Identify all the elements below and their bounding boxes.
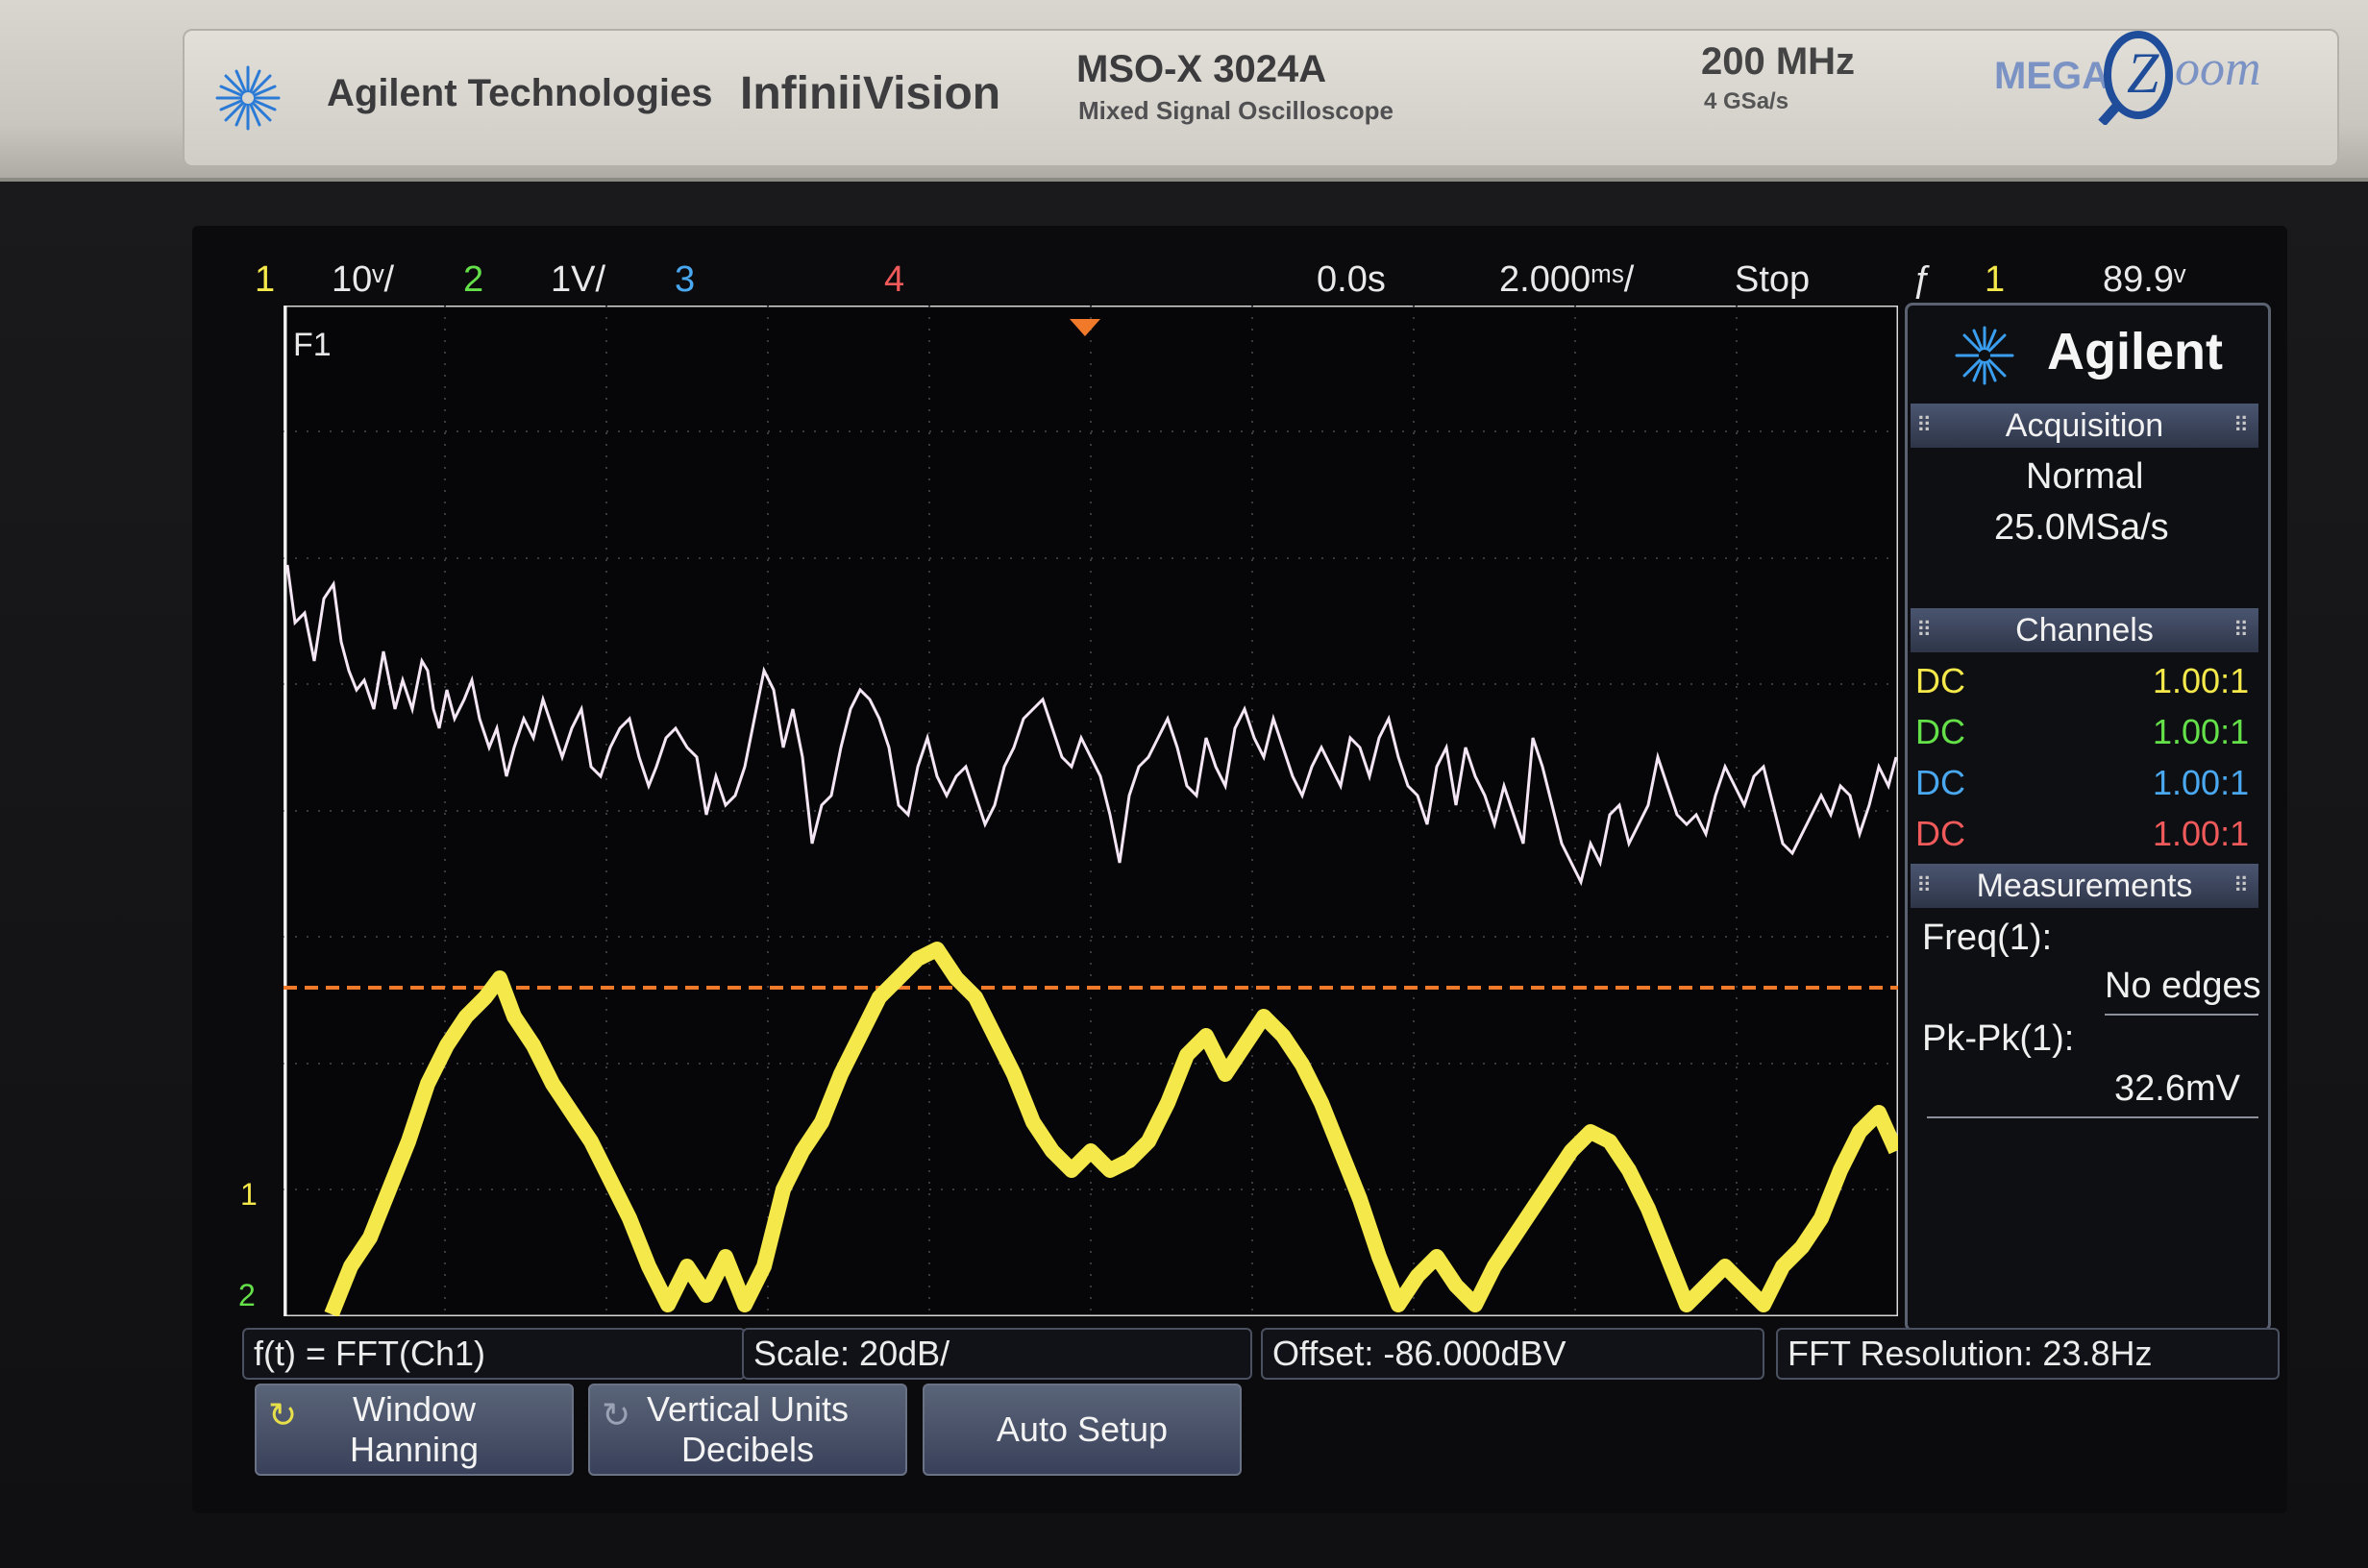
grip-icon: ⠿ <box>1916 873 1933 897</box>
freq-measurement-value: No edges <box>2105 966 2261 1006</box>
model-description: Mixed Signal Oscilloscope <box>1078 96 1394 125</box>
acquisition-mode: Normal <box>2026 456 2144 497</box>
measurements-header[interactable]: ⠿ Measurements ⠿ <box>1911 864 2258 908</box>
vertical-units-label: Vertical Units <box>646 1389 850 1429</box>
channel3-coupling: DC <box>1915 763 1965 802</box>
channel2-probe: 1.00:1 <box>2153 712 2250 751</box>
channel3-number[interactable]: 3 <box>675 259 695 301</box>
grip-icon: ⠿ <box>2232 413 2249 437</box>
trigger-source[interactable]: 1 <box>1985 259 2005 301</box>
channel1-ground-marker[interactable]: 1 <box>240 1177 258 1213</box>
math-offset-info: Offset: -86.000dBV <box>1261 1328 1764 1380</box>
max-sample-rate-label: 4 GSa/s <box>1704 88 1789 114</box>
window-softkey[interactable]: ↻ Window Hanning <box>255 1384 574 1476</box>
grip-icon: ⠿ <box>2232 873 2249 897</box>
channel4-number[interactable]: 4 <box>884 259 904 301</box>
bandwidth-label: 200 MHz <box>1701 40 1856 83</box>
channel1-coupling: DC <box>1915 661 1965 700</box>
series-name: InfiniiVision <box>740 68 1001 119</box>
channel1-scale[interactable]: 10ᵛ/ <box>332 259 394 301</box>
channel1-probe: 1.00:1 <box>2153 661 2250 700</box>
math-function-label: F1 <box>293 327 332 363</box>
channel2-scale[interactable]: 1V/ <box>551 259 605 301</box>
math-function-info: f(t) = FFT(Ch1) <box>242 1328 746 1380</box>
rotate-knob-icon: ↻ <box>268 1395 298 1434</box>
divider <box>1927 1116 2258 1118</box>
window-softkey-value: Hanning <box>349 1430 480 1469</box>
svg-text:oom: oom <box>2175 41 2261 96</box>
fft-resolution-info: FFT Resolution: 23.8Hz <box>1776 1328 2280 1380</box>
divider <box>2105 1014 2258 1016</box>
channel3-probe: 1.00:1 <box>2153 763 2250 802</box>
channel2-number[interactable]: 2 <box>463 259 483 301</box>
window-softkey-label: Window <box>352 1389 477 1429</box>
channels-header[interactable]: ⠿ Channels ⠿ <box>1911 608 2258 652</box>
pkpk-measurement-value: 32.6mV <box>2114 1068 2240 1109</box>
math-scale-info: Scale: 20dB/ <box>742 1328 1252 1380</box>
acquisition-sample-rate: 25.0MSa/s <box>1994 507 2169 548</box>
brand-name: Agilent Technologies <box>327 72 713 114</box>
grip-icon: ⠿ <box>2232 618 2249 642</box>
vertical-units-softkey[interactable]: ↻ Vertical Units Decibels <box>588 1384 907 1476</box>
freq-measurement-label: Freq(1): <box>1922 918 2053 958</box>
rotate-knob-icon: ↻ <box>602 1395 631 1434</box>
channel1-number[interactable]: 1 <box>255 259 275 301</box>
pkpk-measurement-label: Pk-Pk(1): <box>1922 1018 2075 1059</box>
run-state: Stop <box>1735 259 1811 300</box>
model-name: MSO-X 3024A <box>1076 48 1327 90</box>
auto-setup-softkey[interactable]: Auto Setup <box>923 1384 1242 1476</box>
channel2-coupling: DC <box>1915 712 1965 751</box>
trigger-position-marker[interactable] <box>1070 319 1100 336</box>
channel4-coupling: DC <box>1915 814 1965 853</box>
grip-icon: ⠿ <box>1916 413 1933 437</box>
svg-text:Z: Z <box>2127 41 2159 105</box>
channel2-ground-marker[interactable]: 2 <box>238 1278 256 1313</box>
acquisition-header[interactable]: ⠿ Acquisition ⠿ <box>1911 404 2258 448</box>
instrument-header: Agilent Technologies InfiniiVision MSO-X… <box>0 0 2368 182</box>
agilent-spark-icon <box>215 65 281 131</box>
svg-text:MEGA: MEGA <box>1994 55 2109 97</box>
agilent-logo: Agilent <box>2047 323 2223 380</box>
horizontal-delay[interactable]: 0.0s <box>1317 259 1386 301</box>
acquisition-title: Acquisition <box>2005 407 2164 444</box>
grip-icon: ⠿ <box>1916 618 1933 642</box>
measurements-title: Measurements <box>1976 868 2193 904</box>
waveform-graticule[interactable] <box>284 306 1898 1316</box>
trigger-level[interactable]: 89.9ᵛ <box>2103 259 2185 301</box>
agilent-spark-icon <box>1955 326 2014 385</box>
megazoom-logo: MEGA Z oom <box>1994 31 2261 125</box>
channel4-probe: 1.00:1 <box>2153 814 2250 853</box>
channels-title: Channels <box>2015 612 2154 649</box>
vertical-units-value: Decibels <box>680 1430 815 1469</box>
timebase-scale[interactable]: 2.000ᵐˢ/ <box>1499 259 1634 301</box>
trigger-edge-icon: ƒ <box>1912 259 1934 300</box>
